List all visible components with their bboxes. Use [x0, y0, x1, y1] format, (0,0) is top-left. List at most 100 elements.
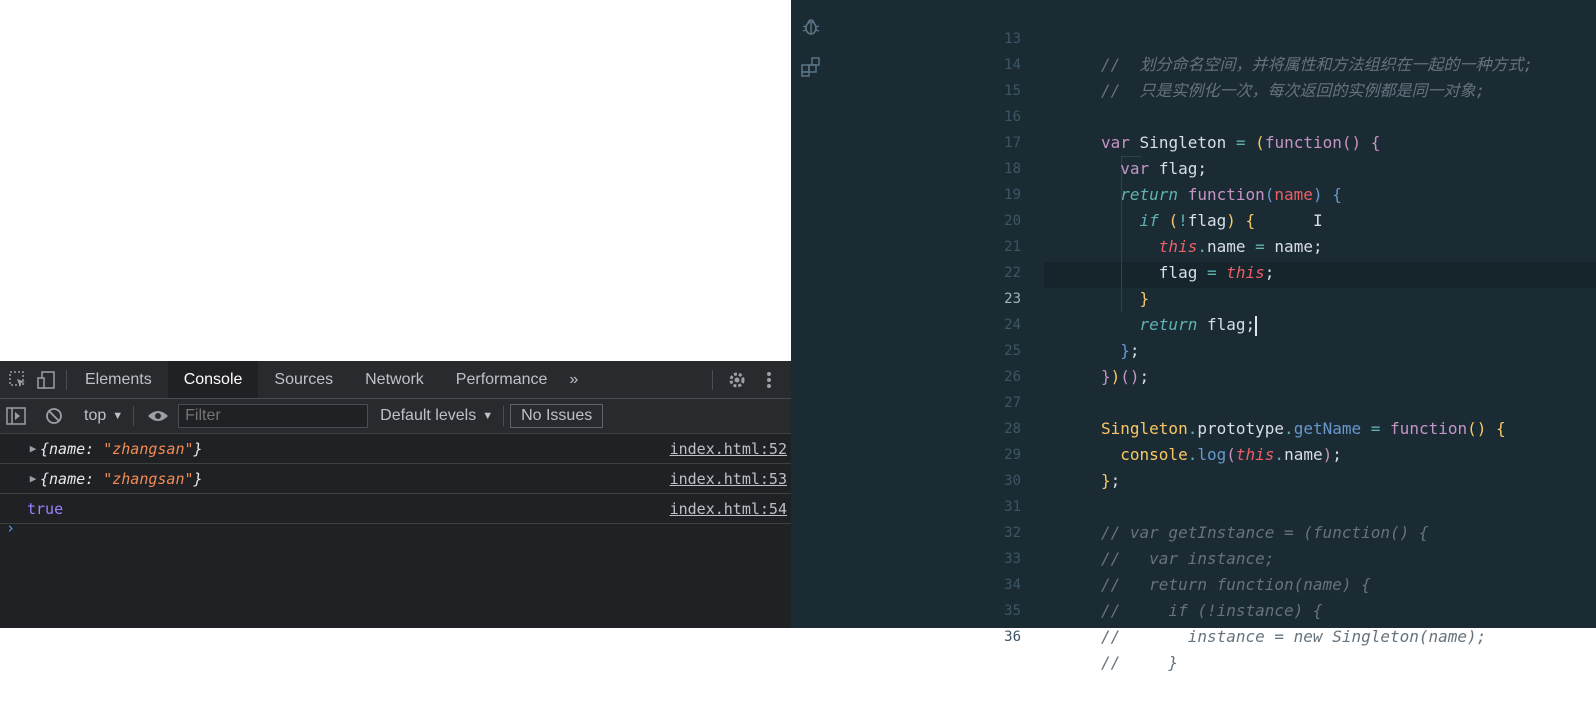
code-text: })();: [1101, 367, 1150, 386]
line-number: 34: [1004, 577, 1021, 593]
console-row[interactable]: ▶ {name: "zhangsan"} index.html:52: [0, 434, 791, 464]
page-viewport: [0, 0, 791, 361]
code-text: return flag;: [1139, 315, 1258, 336]
code-line-15: 15: [791, 52, 1021, 99]
dropdown-arrow-icon: ▼: [482, 410, 494, 422]
divider: [712, 369, 713, 390]
code-line-16: 16 var Singleton = (function() {: [791, 78, 1380, 152]
code-comment: // 只是实例化一次，每次返回的实例都是同一对象;: [1101, 81, 1486, 100]
line-number: 30: [1004, 473, 1021, 489]
line-number: 35: [1004, 603, 1021, 619]
code-line-25: 25 })();: [791, 312, 1149, 386]
log-levels-dropdown[interactable]: Default levels ▼: [380, 407, 493, 425]
code-line-36: 36 // }: [791, 598, 1178, 672]
expand-triangle-icon[interactable]: ▶: [26, 442, 40, 455]
context-selector[interactable]: top ▼: [84, 407, 123, 425]
code-line-30: 30: [791, 442, 1021, 489]
code-text: }: [1139, 289, 1150, 308]
line-number: 29: [1004, 447, 1021, 463]
divider: [503, 406, 505, 426]
code-editor[interactable]: 13 // 划分命名空间，并将属性和方法组织在一起的一种方式; 14 // 只是…: [791, 0, 1596, 672]
code-comment: // 划分命名空间，并将属性和方法组织在一起的一种方式;: [1101, 55, 1534, 74]
code-comment: // }: [1101, 653, 1179, 672]
code-line-24: 24 };: [791, 286, 1139, 360]
devtools-panel: Elements Console Sources Network Perform…: [0, 361, 791, 628]
line-number: 25: [1004, 343, 1021, 359]
code-line-13: 13 // 划分命名空间，并将属性和方法组织在一起的一种方式;: [791, 0, 1533, 74]
code-line-21: 21 flag = this;: [791, 208, 1274, 282]
code-line-28: 28 console.log(this.name);: [791, 390, 1342, 464]
inspect-element-icon[interactable]: [4, 366, 32, 394]
code-comment: // return function(name) {: [1101, 575, 1371, 594]
source-link[interactable]: index.html:54: [670, 500, 787, 518]
object-value: "zhangsan": [103, 439, 194, 458]
console-filter-input[interactable]: [178, 404, 369, 428]
line-number: 27: [1004, 395, 1021, 411]
code-line-14: 14 // 只是实例化一次，每次返回的实例都是同一对象;: [791, 26, 1485, 100]
console-prompt[interactable]: ›: [6, 519, 15, 537]
line-number: 23: [1004, 291, 1021, 307]
code-comment: // var instance;: [1101, 549, 1275, 568]
code-text: if (!flag) { I: [1139, 211, 1323, 230]
code-line-17: 17 var flag;: [791, 104, 1207, 178]
code-comment: // var getInstance = (function() {: [1101, 523, 1429, 542]
settings-gear-icon[interactable]: [723, 366, 751, 394]
device-toolbar-icon[interactable]: [32, 366, 60, 394]
console-row: true index.html:54: [0, 494, 791, 524]
divider: [66, 369, 67, 390]
kebab-menu-icon[interactable]: [755, 366, 783, 394]
clear-console-icon[interactable]: [40, 402, 68, 430]
live-expression-eye-icon[interactable]: [144, 402, 172, 430]
object-key: name: [49, 469, 86, 488]
code-line-32: 32 // var instance;: [791, 494, 1274, 568]
source-link[interactable]: index.html:53: [670, 470, 787, 488]
line-number: 33: [1004, 551, 1021, 567]
tab-performance[interactable]: Performance: [440, 361, 564, 398]
line-number: 15: [1004, 83, 1021, 99]
code-text: };: [1120, 341, 1140, 360]
code-line-33: 33 // return function(name) {: [791, 520, 1371, 594]
code-line-22: 22 }: [791, 234, 1149, 308]
code-text: console.log(this.name);: [1120, 445, 1342, 464]
source-link[interactable]: index.html:52: [670, 440, 787, 458]
sidebar-toggle-icon[interactable]: [2, 402, 30, 430]
line-number: 19: [1004, 187, 1021, 203]
code-line-27: 27 Singleton.prototype.getName = functio…: [791, 364, 1506, 438]
tab-console[interactable]: Console: [167, 361, 259, 398]
code-line-18: 18 return function(name) {: [791, 130, 1342, 204]
tab-elements[interactable]: Elements: [73, 361, 168, 398]
object-preview: {name: "zhangsan"}: [40, 439, 203, 458]
object-value: "zhangsan": [103, 469, 194, 488]
line-number: 16: [1004, 109, 1021, 125]
code-text: this.name = name;: [1158, 237, 1323, 256]
tab-network[interactable]: Network: [349, 361, 440, 398]
line-number: 28: [1004, 421, 1021, 437]
line-number: 14: [1004, 57, 1021, 73]
issues-button[interactable]: No Issues: [510, 404, 604, 428]
code-line-20: 20 this.name = name;: [791, 182, 1322, 256]
text-caret: [1255, 315, 1258, 336]
divider: [133, 406, 135, 426]
line-number: 17: [1004, 135, 1021, 151]
expand-triangle-icon[interactable]: ▶: [26, 472, 40, 485]
text-cursor-icon: I: [1312, 211, 1323, 230]
code-line-26: 26: [791, 338, 1021, 385]
code-text: var flag;: [1120, 159, 1207, 178]
context-label: top: [84, 407, 107, 424]
code-line-34: 34 // if (!instance) {: [791, 546, 1322, 620]
code-text: return function(name) {: [1120, 185, 1342, 204]
line-number: 21: [1004, 239, 1021, 255]
code-text: var Singleton = (function() {: [1101, 133, 1381, 152]
line-number: 13: [1004, 31, 1021, 47]
object-preview: {name: "zhangsan"}: [40, 469, 203, 488]
code-text: };: [1101, 471, 1121, 490]
tab-sources[interactable]: Sources: [258, 361, 349, 398]
line-number: 22: [1004, 265, 1021, 281]
boolean-value: true: [27, 499, 64, 518]
code-text: Singleton.prototype.getName = function()…: [1101, 419, 1506, 438]
code-line-29: 29 };: [791, 416, 1120, 490]
line-number: 26: [1004, 369, 1021, 385]
code-line-31: 31 // var getInstance = (function() {: [791, 468, 1428, 542]
console-row[interactable]: ▶ {name: "zhangsan"} index.html:53: [0, 464, 791, 494]
more-tabs-icon[interactable]: »: [563, 361, 584, 398]
